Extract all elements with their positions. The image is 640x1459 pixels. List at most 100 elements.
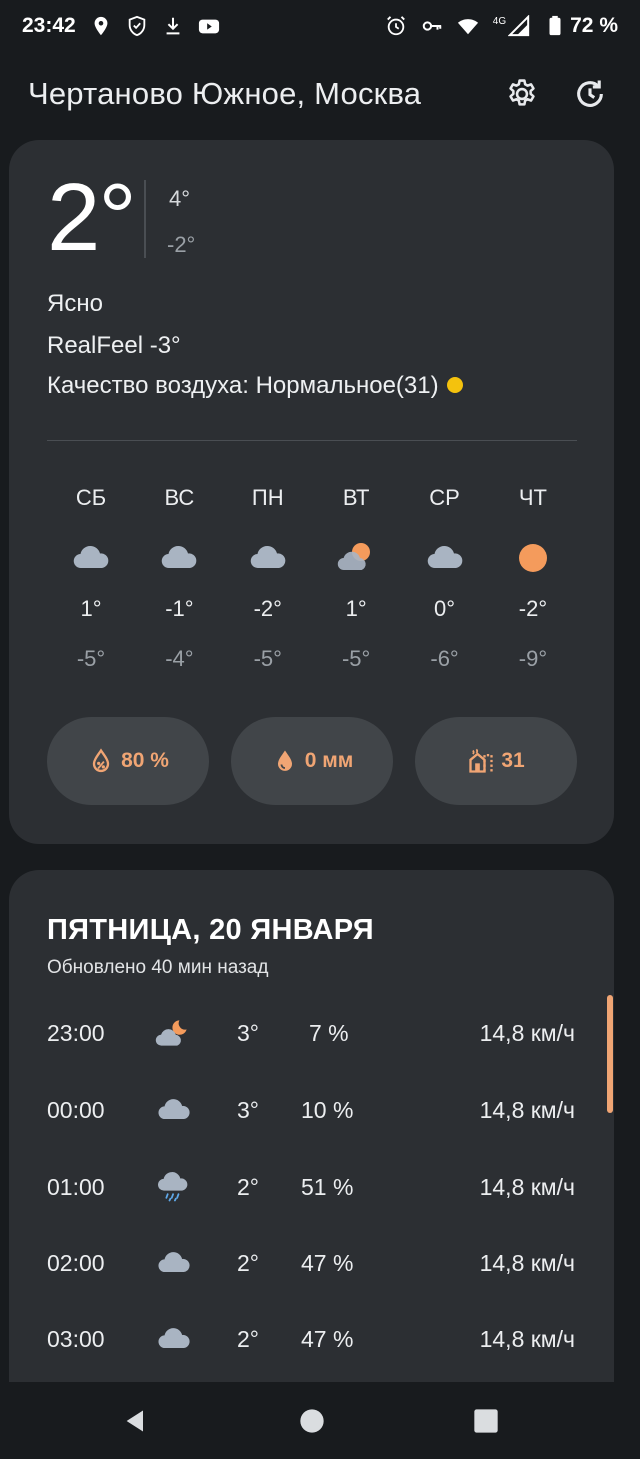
- cloud-icon: [71, 538, 111, 578]
- humidity-pill[interactable]: 80 %: [47, 717, 209, 805]
- forecast-day-label: ЧТ: [518, 485, 547, 510]
- download-icon: [162, 15, 184, 37]
- back-icon: [126, 1410, 143, 1432]
- location-icon: [90, 15, 112, 37]
- forecast-high: -2°: [253, 596, 282, 621]
- air-quality-text: Качество воздуха: Нормальное(31): [47, 372, 439, 399]
- metric-pills: 80 % 0 мм 31: [47, 717, 577, 805]
- settings-button[interactable]: [500, 72, 544, 116]
- wifi-icon: [457, 15, 479, 37]
- hour-wind: 14,8 км/ч: [479, 1325, 575, 1352]
- cloud-icon: [149, 1245, 199, 1281]
- history-refresh-icon: [577, 80, 603, 107]
- status-bar: 23:42 4G 72 %: [0, 0, 640, 52]
- forecast-day-0[interactable]: СБ 1° -5°: [47, 480, 135, 672]
- hourly-forecast-card[interactable]: ПЯТНИЦА, 20 ЯНВАРЯ Обновлено 40 мин наза…: [9, 870, 614, 1390]
- cloud-icon: [248, 538, 288, 578]
- sun-icon: [513, 538, 553, 578]
- temp-divider: [144, 180, 146, 258]
- partly-cloudy-icon: [336, 538, 376, 578]
- hourly-row[interactable]: 03:00 2° 47 % 14,8 км/ч: [47, 1314, 587, 1364]
- daily-forecast: СБ 1° -5° ВС -1° -4° ПН -2° -5° ВТ 1° -5° СР 0° -6° ЧТ -…: [47, 480, 577, 672]
- cloud-icon: [425, 538, 465, 578]
- cloud-icon: [159, 538, 199, 578]
- rain-icon: [149, 1169, 199, 1205]
- hour-temperature: 3°: [237, 1096, 259, 1123]
- hour-time: 00:00: [47, 1096, 105, 1123]
- forecast-day-label: ВС: [164, 485, 195, 510]
- forecast-day-3[interactable]: ВТ 1° -5°: [312, 480, 400, 672]
- hour-temperature: 3°: [237, 1019, 259, 1046]
- cloud-icon: [149, 1321, 199, 1357]
- hour-time: 23:00: [47, 1019, 105, 1046]
- location-title[interactable]: Чертаново Южное, Москва: [28, 76, 476, 112]
- recents-button[interactable]: [471, 1406, 501, 1436]
- hour-humidity: 51 %: [301, 1173, 354, 1200]
- air-quality-building-icon: [469, 748, 493, 773]
- air-quality-indicator: [446, 376, 463, 393]
- hour-wind: 14,8 км/ч: [479, 1096, 575, 1123]
- forecast-high: -2°: [518, 596, 548, 621]
- forecast-day-label: ВТ: [342, 485, 370, 510]
- forecast-day-1[interactable]: ВС -1° -4°: [135, 480, 223, 672]
- forecast-low: -6°: [430, 646, 459, 671]
- hour-wind: 14,8 км/ч: [479, 1249, 575, 1276]
- forecast-high: 0°: [434, 596, 456, 621]
- hour-humidity: 7 %: [309, 1019, 349, 1046]
- home-icon: [300, 1409, 324, 1433]
- card-divider: [47, 440, 577, 441]
- condition-text: Ясно: [47, 290, 103, 317]
- scrollbar-thumb[interactable]: [607, 995, 613, 1113]
- settings-icon: [509, 79, 535, 106]
- hourly-row[interactable]: 01:00 2° 51 % 14,8 км/ч: [47, 1162, 587, 1212]
- network-type: 4G: [492, 15, 507, 27]
- hour-temperature: 2°: [237, 1325, 259, 1352]
- water-drop-icon: [277, 750, 292, 771]
- aqi-pill[interactable]: 31: [415, 717, 577, 805]
- status-bar-right: 4G 72 %: [385, 14, 618, 38]
- forecast-day-4[interactable]: СР 0° -6°: [401, 480, 489, 672]
- home-button[interactable]: [297, 1406, 327, 1436]
- back-button[interactable]: [121, 1406, 151, 1436]
- updated-text: Обновлено 40 мин назад: [47, 957, 269, 978]
- key-icon: [421, 15, 443, 37]
- hourly-date-title: ПЯТНИЦА, 20 ЯНВАРЯ: [47, 914, 374, 946]
- hour-humidity: 10 %: [301, 1096, 354, 1123]
- today-low: -2°: [167, 232, 196, 257]
- system-nav-bar: [0, 1382, 640, 1459]
- current-weather-card[interactable]: 2° 4° -2° Ясно RealFeel -3° Качество воз…: [9, 140, 614, 844]
- hourly-row[interactable]: 00:00 3° 10 % 14,8 км/ч: [47, 1085, 587, 1135]
- forecast-low: -9°: [518, 646, 548, 671]
- forecast-low: -5°: [253, 646, 282, 671]
- recents-icon: [474, 1409, 498, 1433]
- current-temperature: 2°: [47, 164, 137, 271]
- hourly-row[interactable]: 23:00 3° 7 % 14,8 км/ч: [47, 1008, 587, 1058]
- precipitation-pill[interactable]: 0 мм: [231, 717, 393, 805]
- realfeel-text: RealFeel -3°: [47, 332, 181, 359]
- aqi-value: 31: [501, 749, 525, 772]
- forecast-low: -5°: [341, 646, 371, 671]
- forecast-high: -1°: [165, 596, 194, 621]
- alarm-icon: [385, 15, 407, 37]
- air-quality-line[interactable]: Качество воздуха: Нормальное(31): [47, 372, 463, 400]
- forecast-high: 1°: [345, 596, 367, 621]
- battery-level: 72 %: [570, 14, 618, 37]
- hour-time: 03:00: [47, 1325, 105, 1352]
- forecast-day-label: ПН: [251, 485, 284, 510]
- battery-icon: [544, 15, 566, 37]
- status-bar-left: 23:42: [22, 14, 220, 38]
- history-refresh-button[interactable]: [568, 72, 612, 116]
- forecast-high: 1°: [80, 596, 102, 621]
- forecast-day-5[interactable]: ЧТ -2° -9°: [489, 480, 577, 672]
- forecast-day-label: СБ: [75, 485, 107, 510]
- hour-time: 01:00: [47, 1173, 105, 1200]
- forecast-day-2[interactable]: ПН -2° -5°: [224, 480, 312, 672]
- forecast-day-label: СР: [429, 485, 460, 510]
- hour-temperature: 2°: [237, 1249, 259, 1276]
- app-header: Чертаново Южное, Москва: [0, 62, 640, 126]
- hourly-row[interactable]: 02:00 2° 47 % 14,8 км/ч: [47, 1238, 587, 1288]
- partly-cloudy-night-icon: [149, 1015, 199, 1051]
- hour-humidity: 47 %: [301, 1325, 354, 1352]
- forecast-low: -5°: [76, 646, 106, 671]
- hour-humidity: 47 %: [301, 1249, 354, 1276]
